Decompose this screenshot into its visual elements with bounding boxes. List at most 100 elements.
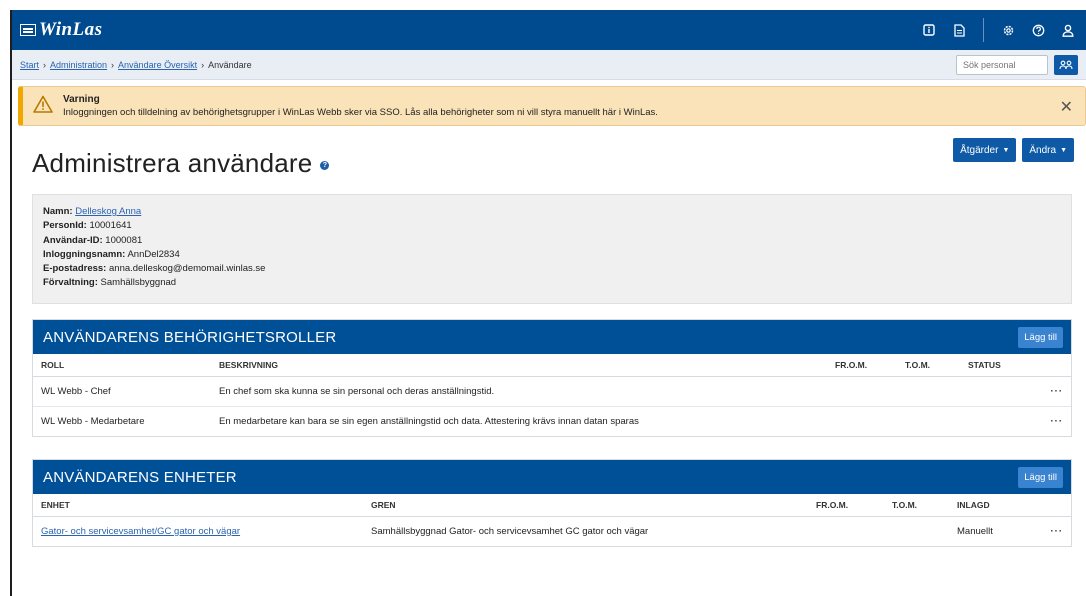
email-value: anna.delleskog@demomail.winlas.se — [109, 263, 266, 275]
breadcrumb-bar: Start › Administration › Användare Övers… — [12, 50, 1086, 80]
from-cell — [827, 406, 897, 436]
column-header-from[interactable]: FR.O.M. — [827, 354, 897, 377]
column-header-description[interactable]: BESKRIVNING — [211, 354, 827, 377]
breadcrumb-user-overview[interactable]: Användare Översikt — [118, 60, 197, 70]
column-header-unit[interactable]: ENHET — [33, 494, 363, 517]
userid-label: Användar-ID: — [43, 234, 103, 246]
to-cell — [897, 376, 960, 407]
page-actions: Åtgärder ▼ Ändra ▼ — [953, 138, 1074, 162]
column-header-branch[interactable]: GREN — [363, 494, 808, 517]
alert-text: Varning Inloggningen och tilldelning av … — [63, 94, 658, 118]
info-icon[interactable] — [921, 22, 937, 38]
table-row[interactable]: WL Webb - Medarbetare En medarbetare kan… — [33, 406, 1071, 436]
column-header-to[interactable]: T.O.M. — [884, 494, 949, 517]
add-role-button[interactable]: Lägg till — [1018, 326, 1063, 348]
added-cell: Manuellt — [957, 525, 993, 537]
people-icon — [1059, 60, 1073, 69]
help-icon[interactable]: ? — [320, 160, 330, 170]
login-row: Inloggningsnamn: AnnDel2834 — [43, 248, 1061, 262]
column-header-from[interactable]: FR.O.M. — [808, 494, 884, 517]
breadcrumb-administration[interactable]: Administration — [50, 60, 107, 70]
logo-text: WinLas — [39, 19, 103, 40]
breadcrumb-start[interactable]: Start — [20, 60, 39, 70]
breadcrumb-separator: › — [201, 59, 205, 70]
unit-link[interactable]: Gator- och servicevsamhet/GC gator och v… — [41, 526, 240, 537]
edit-label: Ändra — [1029, 144, 1057, 156]
personid-value: 10001641 — [89, 220, 132, 232]
caret-down-icon: ▼ — [1060, 146, 1067, 154]
app-window: WinLas Start › Administration › Användar… — [10, 10, 1086, 596]
edit-dropdown-button[interactable]: Ändra ▼ — [1022, 138, 1074, 162]
from-cell — [808, 516, 884, 546]
description-cell: En chef som ska kunna se sin personal oc… — [211, 376, 827, 407]
alert-message: Inloggningen och tilldelning av behörigh… — [63, 107, 658, 118]
user-icon[interactable] — [1060, 22, 1076, 38]
org-row: Förvaltning: Samhällsbyggnad — [43, 276, 1061, 290]
email-label: E-postadress: — [43, 263, 107, 275]
breadcrumb-separator: › — [111, 59, 115, 70]
table-header-row: ENHET GREN FR.O.M. T.O.M. INLAGD — [33, 494, 1071, 517]
breadcrumb-separator: › — [43, 59, 47, 70]
help-icon[interactable] — [1030, 22, 1046, 38]
description-cell: En medarbetare kan bara se sin egen anst… — [219, 415, 639, 427]
actions-label: Åtgärder — [960, 144, 999, 156]
login-value: AnnDel2834 — [127, 248, 180, 260]
name-label: Namn: — [43, 206, 73, 217]
column-header-status[interactable]: STATUS — [960, 354, 1041, 377]
page-header: Administrera användare? Åtgärder ▼ Ändra ▼ — [12, 126, 1086, 188]
role-cell: WL Webb - Chef — [33, 376, 211, 407]
add-unit-button[interactable]: Lägg till — [1018, 466, 1063, 488]
personid-label: PersonId: — [43, 220, 87, 232]
userid-row: Användar-ID: 1000081 — [43, 234, 1061, 248]
status-cell — [960, 376, 1041, 407]
close-icon[interactable]: ✕ — [1060, 97, 1073, 117]
units-panel: ANVÄNDARENS ENHETER Lägg till ENHET GREN… — [32, 459, 1072, 547]
top-icons — [921, 18, 1076, 42]
roles-panel-title: ANVÄNDARENS BEHÖRIGHETSROLLER — [43, 328, 337, 346]
winlas-logo[interactable]: WinLas — [20, 19, 103, 41]
userid-value: 1000081 — [105, 234, 143, 246]
table-row[interactable]: WL Webb - Chef En chef som ska kunna se … — [33, 376, 1071, 407]
breadcrumb: Start › Administration › Användare Övers… — [20, 60, 252, 70]
table-row[interactable]: Gator- och servicevsamhet/GC gator och v… — [33, 516, 1071, 546]
column-header-to[interactable]: T.O.M. — [897, 354, 960, 377]
alert-title: Varning — [63, 94, 100, 105]
search-area — [956, 54, 1078, 75]
units-table: ENHET GREN FR.O.M. T.O.M. INLAGD Gator- … — [33, 494, 1071, 546]
actions-dropdown-button[interactable]: Åtgärder ▼ — [953, 138, 1017, 162]
row-menu-icon[interactable]: ··· — [1041, 376, 1071, 407]
gear-icon[interactable] — [1000, 22, 1016, 38]
from-cell — [827, 376, 897, 407]
roles-table: ROLL BESKRIVNING FR.O.M. T.O.M. STATUS W… — [33, 354, 1071, 436]
people-search-button[interactable] — [1054, 54, 1078, 75]
warning-icon — [33, 95, 53, 117]
org-label: Förvaltning: — [43, 277, 98, 289]
status-cell — [960, 406, 1041, 436]
top-navbar: WinLas — [12, 10, 1086, 50]
row-menu-icon[interactable]: ··· — [1041, 516, 1071, 546]
column-header-added[interactable]: INLAGD — [949, 494, 1041, 517]
page-title: Administrera användare? — [32, 148, 330, 179]
roles-panel-header: ANVÄNDARENS BEHÖRIGHETSROLLER Lägg till — [33, 320, 1071, 354]
user-info-box: Namn: Delleskog Anna PersonId: 10001641 … — [32, 194, 1072, 304]
roles-panel: ANVÄNDARENS BEHÖRIGHETSROLLER Lägg till … — [32, 319, 1072, 437]
to-cell — [897, 406, 960, 436]
user-name-link[interactable]: Delleskog Anna — [75, 206, 141, 217]
document-icon[interactable] — [951, 22, 967, 38]
page-title-text: Administrera användare — [32, 148, 313, 178]
to-cell — [884, 516, 949, 546]
row-menu-icon[interactable]: ··· — [1041, 406, 1071, 436]
units-panel-header: ANVÄNDARENS ENHETER Lägg till — [33, 460, 1071, 494]
divider — [983, 18, 984, 42]
personid-row: PersonId: 10001641 — [43, 219, 1061, 233]
caret-down-icon: ▼ — [1002, 146, 1010, 154]
logo-icon — [20, 24, 36, 36]
search-personnel-input[interactable] — [956, 54, 1048, 75]
email-row: E-postadress: anna.delleskog@demomail.wi… — [43, 262, 1061, 276]
unit-cell: Gator- och servicevsamhet/GC gator och v… — [33, 516, 363, 546]
table-header-row: ROLL BESKRIVNING FR.O.M. T.O.M. STATUS — [33, 354, 1071, 377]
column-header-role[interactable]: ROLL — [33, 354, 211, 377]
role-cell: WL Webb - Medarbetare — [41, 415, 145, 427]
org-value: Samhällsbyggnad — [100, 277, 177, 289]
units-panel-title: ANVÄNDARENS ENHETER — [43, 468, 237, 486]
